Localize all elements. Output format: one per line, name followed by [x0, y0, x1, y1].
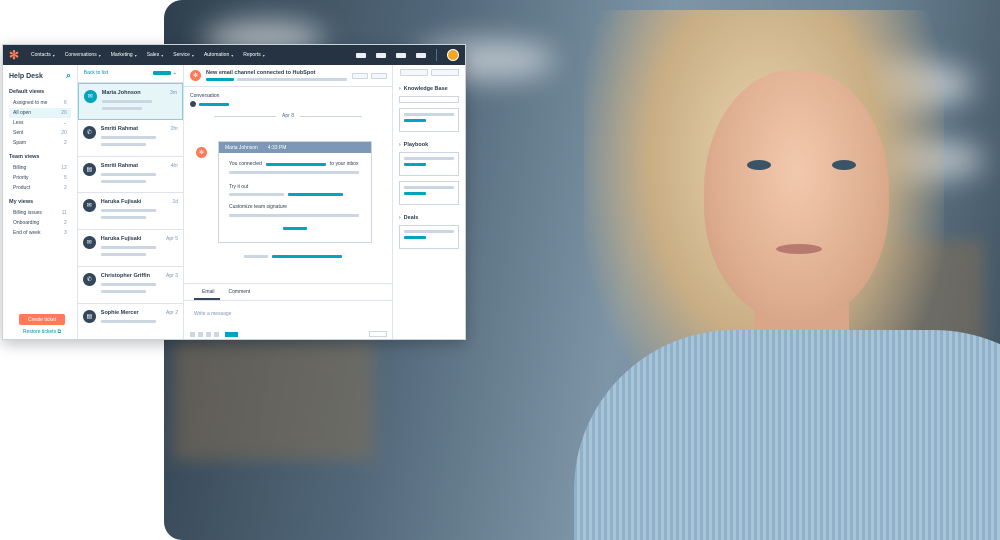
toolbar-button[interactable] [356, 52, 366, 58]
nav-marketing[interactable]: Marketing ▾ [111, 52, 137, 58]
chevron-down-icon: ▾ [262, 52, 265, 58]
chevron-right-icon: › [399, 142, 401, 148]
hubspot-logo-icon[interactable]: ✻ [9, 49, 21, 61]
right-sidebar: › Knowledge Base › Playbook › Deals [393, 65, 465, 339]
view-all-open[interactable]: All open 20 [9, 108, 71, 118]
toolbar-button[interactable] [416, 52, 426, 58]
divider [436, 49, 437, 61]
chevron-down-icon: ▾ [231, 52, 234, 58]
kb-article-card[interactable] [399, 108, 459, 132]
chevron-down-icon[interactable]: ⌄ [173, 70, 177, 76]
try-it-out: Try it out [229, 184, 249, 190]
list-item[interactable]: ✉ Maria Johnson 3m [77, 82, 183, 120]
message-composer: Email Comment Write a message [184, 283, 393, 339]
filter-pill[interactable] [152, 71, 171, 76]
message-input[interactable]: Write a message [184, 300, 393, 327]
list-item[interactable]: ✆ Christopher Griffin Apr 3 [77, 267, 183, 305]
deals-section[interactable]: › Deals [399, 215, 461, 221]
list-item[interactable]: ✉ Haruka Fujisaki Apr 5 [77, 230, 183, 268]
view-billing-issues[interactable]: Billing issues 11 [9, 208, 71, 218]
view-onboarding[interactable]: Onboarding 2 [9, 218, 71, 228]
view-less-toggle[interactable]: Less ⌄ [9, 118, 71, 128]
conversation-label: Conversation [190, 93, 220, 99]
sidebar-tab[interactable] [430, 69, 459, 76]
view-billing[interactable]: Billing 12 [9, 163, 71, 173]
email-icon: ✉ [82, 199, 96, 213]
conversation-panel: ✻ New email channel connected to HubSpot… [184, 65, 393, 339]
hubspot-sprocket-icon: ✻ [196, 147, 207, 158]
attach-icon[interactable] [198, 331, 203, 337]
deal-card[interactable] [399, 225, 459, 249]
conversation-title: New email channel connected to HubSpot [206, 70, 316, 76]
nav-conversations[interactable]: Conversations ▾ [65, 52, 101, 58]
help-desk-title: Help Desk [9, 72, 43, 80]
section-team-views: Team views [9, 154, 40, 160]
nav-contacts[interactable]: Contacts ▾ [31, 52, 55, 58]
knowledge-base-section[interactable]: › Knowledge Base [399, 86, 461, 92]
view-priority[interactable]: Priority 5 [9, 173, 71, 183]
help-desk-sidebar: Help Desk ⌕ Default views Assigned to me… [3, 65, 78, 339]
nav-reports[interactable]: Reports ▾ [243, 52, 265, 58]
nav-service[interactable]: Service ▾ [173, 52, 194, 58]
playbook-section[interactable]: › Playbook [399, 142, 461, 148]
date-divider: Apr 8 [184, 107, 392, 119]
chevron-down-icon: ▾ [134, 52, 137, 58]
insert-icon[interactable] [206, 331, 211, 337]
section-my-views: My views [9, 199, 34, 205]
email-icon: ✉ [83, 89, 97, 103]
email-icon: ✉ [82, 236, 96, 250]
nav-automation[interactable]: Automation ▾ [204, 52, 233, 58]
chevron-down-icon: ▾ [161, 52, 164, 58]
view-assigned-to-me[interactable]: Assigned to me 6 [9, 98, 71, 108]
phone-icon: ✆ [82, 273, 96, 287]
header-action-button[interactable] [352, 72, 368, 79]
avatar[interactable] [447, 49, 459, 61]
playbook-card[interactable] [399, 181, 459, 205]
toolbar-button[interactable] [376, 52, 386, 58]
view-product[interactable]: Product 2 [9, 183, 71, 193]
sidebar-tab[interactable] [399, 69, 428, 76]
list-item[interactable]: ✆ Smriti Rahmat 2hr [77, 120, 183, 157]
header-action-button[interactable] [371, 72, 387, 79]
list-item[interactable]: ▤ Smriti Rahmat 4hr [77, 157, 183, 194]
customize-signature-text: Customize team signature [229, 204, 288, 210]
knowledge-base-search[interactable] [399, 96, 459, 103]
chevron-down-icon: ▾ [98, 52, 101, 58]
app-window: ✻ Contacts ▾ Conversations ▾ Marketing ▾ Sa… [2, 44, 466, 340]
hubspot-sprocket-icon: ✻ [190, 70, 201, 81]
view-sent[interactable]: Sent 20 [9, 128, 71, 138]
tab-email[interactable]: Email [202, 289, 215, 295]
view-end-of-week[interactable]: End of week 3 [9, 228, 71, 238]
document-icon: ▤ [82, 162, 96, 176]
phone-icon: ✆ [82, 125, 96, 139]
external-link-icon: ⧉ [57, 329, 62, 335]
more-options-button[interactable] [369, 331, 387, 337]
message-card: Maria Johnson 4:33 PM You connected to yo… [218, 141, 372, 243]
chevron-down-icon: ▾ [52, 52, 55, 58]
toolbar-button[interactable] [396, 52, 406, 58]
section-default-views: Default views [9, 89, 45, 95]
tab-comment[interactable]: Comment [229, 289, 251, 295]
search-icon[interactable]: ⌕ [66, 71, 70, 81]
top-nav-bar: ✻ Contacts ▾ Conversations ▾ Marketing ▾ Sa… [3, 45, 465, 65]
send-button[interactable] [225, 331, 238, 337]
message-sender: Maria Johnson [225, 144, 258, 151]
chevron-down-icon: ⌄ [62, 120, 67, 126]
list-item[interactable]: ✉ Haruka Fujisaki 1d [77, 193, 183, 231]
chevron-down-icon: ▾ [191, 52, 194, 58]
chevron-right-icon: › [399, 215, 401, 221]
create-ticket-button[interactable]: Create ticket [19, 314, 65, 325]
chevron-right-icon: › [399, 86, 401, 92]
list-item[interactable]: ▤ Sophie Mercer Apr 2 [78, 304, 183, 339]
view-spam[interactable]: Spam 2 [9, 138, 71, 148]
emoji-icon[interactable] [214, 331, 219, 337]
document-icon: ▤ [82, 310, 96, 324]
conversation-list: Back to list ⌄ ✉ Maria Johnson 3m ✆ Smrit… [77, 65, 184, 339]
format-icon[interactable] [190, 331, 195, 337]
restore-tickets-link[interactable]: Restore tickets ⧉ [23, 329, 61, 335]
nav-sales[interactable]: Sales ▾ [147, 52, 164, 58]
playbook-card[interactable] [399, 152, 459, 176]
message-time: 4:33 PM [267, 144, 287, 151]
back-to-list-link[interactable]: Back to list [84, 70, 108, 76]
